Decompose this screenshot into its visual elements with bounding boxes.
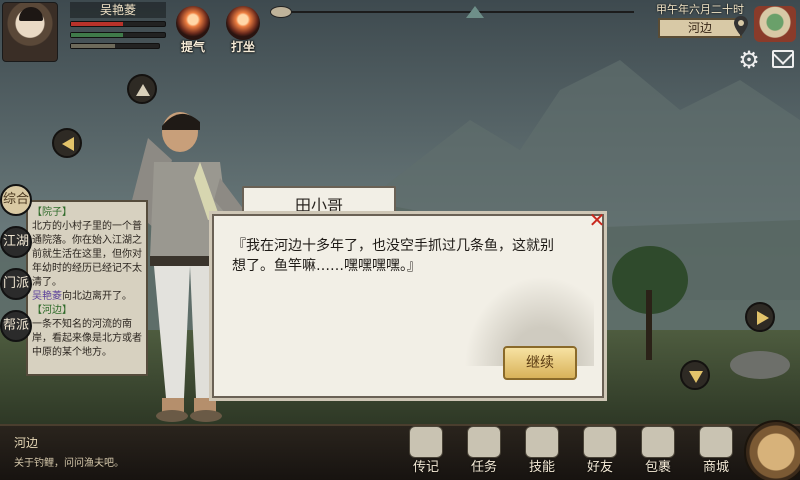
location-description: 关于钓鲤，问问渔夫吧。 — [14, 458, 124, 469]
menu-shop-label: 商城 — [702, 460, 729, 475]
raise-qi-label: 提气 — [180, 40, 205, 54]
menu-biography[interactable]: 传记 — [402, 426, 450, 480]
menu-skills-label: 技能 — [528, 460, 555, 475]
meditate-button[interactable]: 打坐 — [222, 6, 264, 54]
menu-skills[interactable]: 技能 — [518, 426, 566, 480]
menu-bag[interactable]: 包裹 — [634, 426, 682, 480]
close-icon[interactable]: ✕ — [586, 210, 608, 230]
location-title: 河边 — [14, 436, 39, 450]
menu-quests[interactable]: 任务 — [460, 426, 508, 480]
bag-icon — [641, 426, 675, 458]
xp-bar-fill — [71, 44, 115, 48]
menu-shop[interactable]: 商城 — [692, 426, 740, 480]
tab-all[interactable]: 综合 — [0, 184, 32, 216]
mp-bar-fill — [71, 33, 123, 37]
tab-sect[interactable]: 门派 — [0, 268, 32, 300]
move-up-button[interactable] — [127, 74, 157, 104]
raise-qi-button[interactable]: 提气 — [172, 6, 214, 54]
map-icon[interactable] — [754, 6, 796, 42]
speaker-name: 田小哥 — [294, 196, 343, 215]
log-entry-tag: 【河边】 — [32, 305, 72, 316]
menu-friends-label: 好友 — [586, 460, 613, 475]
tab-guild[interactable]: 帮派 — [0, 310, 32, 342]
time-track — [270, 6, 650, 18]
swords-icon — [409, 426, 443, 458]
hp-bar-fill — [71, 22, 123, 26]
mp-bar — [70, 32, 166, 38]
shop-icon — [699, 426, 733, 458]
menu-bag-label: 包裹 — [644, 460, 671, 475]
menu-friends[interactable]: 好友 — [576, 426, 624, 480]
flame-icon — [176, 6, 210, 40]
menu-biography-label: 传记 — [412, 460, 439, 475]
move-down-button[interactable] — [680, 360, 710, 390]
scroll-icon — [467, 426, 501, 458]
friends-icon — [583, 426, 617, 458]
skills-icon — [525, 426, 559, 458]
menu-quests-label: 任务 — [470, 460, 497, 475]
mail-icon[interactable] — [772, 50, 794, 68]
log-entry-text: 向北边离开了。 — [62, 291, 132, 302]
compass-icon[interactable] — [744, 420, 800, 480]
gear-icon[interactable]: ⚙ — [735, 46, 763, 74]
player-name: 吴艳菱 — [70, 2, 166, 18]
meditate-label: 打坐 — [230, 40, 255, 54]
location-name[interactable]: 河边 — [658, 18, 742, 38]
dialog-text: 『我在河边十多年了，也没空手抓过几条鱼，这就别想了。鱼竿嘛……嘿嘿嘿嘿。』 — [232, 238, 554, 274]
bowl-icon — [270, 6, 292, 18]
location-pin-icon[interactable] — [734, 16, 748, 36]
log-entry-text: 一条不知名的河流的南岸，看起来像是北方或者中原的某个地方。 — [32, 319, 142, 358]
log-player-name: 吴艳菱 — [32, 291, 62, 302]
message-log[interactable]: 【院子】 北方的小村子里的一个普通院落。你在始入江湖之前就生活在这里，但你对年幼… — [26, 200, 148, 376]
log-entry-text: 北方的小村子里的一个普通院落。你在始入江湖之前就生活在这里，但你对年幼时的经历已… — [32, 221, 142, 288]
move-left-button[interactable] — [52, 128, 82, 158]
meditate-icon — [226, 6, 260, 40]
continue-button[interactable]: 继续 — [503, 346, 577, 380]
tab-jianghu[interactable]: 江湖 — [0, 226, 32, 258]
log-entry-tag: 【院子】 — [32, 207, 72, 218]
xp-bar — [70, 43, 160, 49]
move-right-button[interactable] — [745, 302, 775, 332]
hp-bar — [70, 21, 166, 27]
player-avatar[interactable] — [2, 2, 58, 62]
